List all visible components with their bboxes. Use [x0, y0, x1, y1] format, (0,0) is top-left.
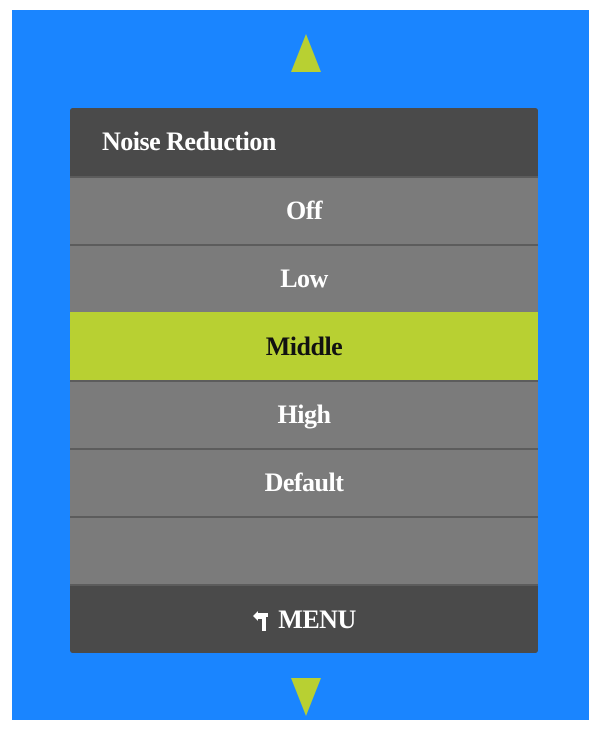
noise-reduction-menu: Noise Reduction Off Low Middle High Defa… [70, 108, 538, 653]
menu-back-label: MENU [278, 604, 356, 634]
menu-option-off[interactable]: Off [70, 176, 538, 244]
menu-option-default[interactable]: Default [70, 448, 538, 516]
menu-option-middle[interactable]: Middle [70, 312, 538, 380]
menu-back-button[interactable]: MENU [70, 584, 538, 653]
menu-option-high[interactable]: High [70, 380, 538, 448]
menu-title: Noise Reduction [70, 108, 538, 176]
osd-screen: Noise Reduction Off Low Middle High Defa… [12, 10, 589, 720]
scroll-up-icon[interactable] [291, 34, 321, 72]
menu-option-low[interactable]: Low [70, 244, 538, 312]
scroll-down-icon[interactable] [291, 678, 321, 716]
menu-option-empty [70, 516, 538, 584]
back-arrow-icon [252, 608, 270, 631]
